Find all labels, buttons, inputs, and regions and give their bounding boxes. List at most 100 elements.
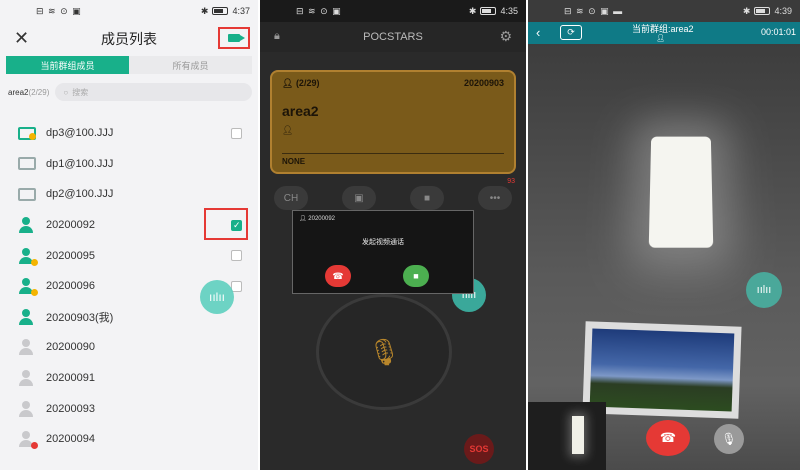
status-bar: ⊟ ≋ ⊙ ▣ ✱ 4:35 xyxy=(260,0,526,22)
member-name: 20200093 xyxy=(46,402,95,415)
message-button[interactable]: ••• 93 xyxy=(478,178,515,210)
user-busy-icon xyxy=(18,278,38,297)
highlight-box-checkbox xyxy=(204,208,248,240)
list-item[interactable]: 20200090 xyxy=(0,332,258,363)
ptt-float-button[interactable]: ıılıı xyxy=(746,272,782,308)
user-dnd-icon xyxy=(18,431,38,450)
call-timer: 00:01:01 xyxy=(760,27,796,37)
device-online-icon xyxy=(18,126,36,140)
message-badge: 93 xyxy=(507,178,515,185)
video-call-screen: ⊟ ≋ ⊙ ▣ ▬ ✱ 4:39 ‹ ⟳ 当前群组:area2 👤︎ 00:01… xyxy=(528,0,800,470)
search-placeholder: 搜索 xyxy=(72,87,89,97)
message-icon: ••• xyxy=(489,192,501,204)
ptt-float-button[interactable]: ıılıı xyxy=(200,280,234,314)
member-checkbox[interactable] xyxy=(231,127,242,139)
video-lamp xyxy=(648,136,714,248)
video-call-header: ‹ ⟳ 当前群组:area2 👤︎ 00:01:01 xyxy=(528,22,800,44)
switch-camera-icon[interactable]: ⟳ xyxy=(560,25,582,40)
microphone-icon: 🎙︎ xyxy=(721,432,737,446)
divider xyxy=(282,153,504,154)
member-list-screen: ⊟ ≋ ⊙ ▣ ✱ 4:37 ✕ 成员列表 当前群组成员 所有成员 area2(… xyxy=(0,0,258,470)
member-checkbox[interactable] xyxy=(231,250,242,262)
app-header: 🔒︎ POCSTARS ⚙ xyxy=(260,22,526,52)
bluetooth-icon: ✱ xyxy=(468,5,477,16)
channel-button[interactable]: CH xyxy=(274,186,308,210)
sos-button[interactable]: SOS xyxy=(464,434,494,464)
status-time: 4:39 xyxy=(774,6,792,16)
status-dot-icon xyxy=(31,289,38,297)
hangup-icon: ☎ xyxy=(332,270,344,281)
app-title: POCSTARS xyxy=(363,31,423,43)
search-icon: ○ xyxy=(63,87,69,97)
member-name: dp1@100.JJJ xyxy=(46,157,114,170)
member-name: dp2@100.JJJ xyxy=(46,188,114,201)
status-bar: ⊟ ≋ ⊙ ▣ ▬ ✱ 4:39 xyxy=(528,0,800,22)
video-camera-icon: ■ xyxy=(423,192,431,204)
preview-light xyxy=(572,416,584,454)
search-input[interactable]: ○ 搜索 xyxy=(55,83,252,101)
video-button[interactable]: ■ xyxy=(410,186,444,210)
user-busy-icon xyxy=(18,247,38,266)
status-icons: ⊟ ≋ ⊙ ▣ xyxy=(36,5,82,16)
status-icons: ⊟ ≋ ⊙ ▣ ▬ xyxy=(564,5,624,16)
bluetooth-icon: ✱ xyxy=(200,5,209,16)
contacts-button[interactable]: ▣ xyxy=(342,186,376,210)
reject-call-button[interactable]: ☎ xyxy=(325,265,351,287)
device-offline-icon xyxy=(18,157,36,171)
search-row: area2 (2/29) ○ 搜索 xyxy=(8,80,252,104)
user-online-icon xyxy=(18,217,36,234)
page-title: 成员列表 xyxy=(101,31,157,47)
list-item[interactable]: dp3@100.JJJ xyxy=(0,118,258,149)
lock-icon[interactable]: 🔒︎ xyxy=(274,30,280,43)
user-online-icon xyxy=(18,308,36,325)
status-dot-icon xyxy=(31,258,38,266)
list-item[interactable]: 20200095 xyxy=(0,240,258,271)
ptt-screen: ⊟ ≋ ⊙ ▣ ✱ 4:35 🔒︎ POCSTARS ⚙ 👤︎ (2/29) 2… xyxy=(260,0,526,470)
user-offline-icon xyxy=(18,339,36,356)
user-id: 20200903 xyxy=(463,78,504,88)
back-icon[interactable]: ‹ xyxy=(536,25,540,40)
status-bar: ⊟ ≋ ⊙ ▣ ✱ 4:37 xyxy=(0,0,258,22)
member-list-header: ✕ 成员列表 xyxy=(0,22,258,56)
member-name: 20200092 xyxy=(46,219,95,232)
bluetooth-icon: ✱ xyxy=(742,5,751,16)
hangup-button[interactable]: ☎ xyxy=(646,420,690,456)
member-name: 20200090 xyxy=(46,341,95,354)
control-row: CH ▣ ■ ••• 93 xyxy=(274,178,515,210)
status-icons: ⊟ ≋ ⊙ ▣ xyxy=(296,5,342,16)
video-camera-icon: ■ xyxy=(413,271,419,281)
battery-icon xyxy=(754,7,771,15)
ptt-button[interactable]: 🎙︎ xyxy=(316,294,452,410)
member-name: 20200096 xyxy=(46,280,95,293)
audio-wave-icon: ıılıı xyxy=(756,284,772,296)
local-video-preview[interactable] xyxy=(528,402,606,470)
list-item[interactable]: 20200093 xyxy=(0,393,258,424)
member-name: 20200903(我) xyxy=(46,311,114,324)
user-offline-icon xyxy=(18,400,36,417)
list-item[interactable]: 20200094 xyxy=(0,424,258,455)
speaker-name: NONE xyxy=(282,157,306,166)
group-label: area2 xyxy=(8,87,29,97)
group-card[interactable]: 👤︎ (2/29) 20200903 area2 👤︎ NONE xyxy=(270,70,516,174)
call-caller-id: 20200092 xyxy=(308,216,335,222)
list-item[interactable]: dp2@100.JJJ xyxy=(0,179,258,210)
group-count: (2/29) xyxy=(28,87,50,97)
member-name: 20200091 xyxy=(46,372,95,385)
tab-current-group-members[interactable]: 当前群组成员 xyxy=(6,56,129,74)
video-call-button[interactable] xyxy=(218,27,250,49)
accept-call-button[interactable]: ■ xyxy=(403,265,429,287)
mute-button[interactable]: 🎙︎ xyxy=(714,424,744,454)
close-icon[interactable]: ✕ xyxy=(14,28,29,49)
status-dot-icon xyxy=(29,132,36,140)
tab-all-members[interactable]: 所有成员 xyxy=(129,56,252,74)
list-item[interactable]: 20200091 xyxy=(0,363,258,394)
speaker-icon: 👤︎ xyxy=(282,125,294,135)
status-time: 4:37 xyxy=(232,6,250,16)
microphone-icon: 🎙︎ xyxy=(367,336,401,367)
call-title: 发起视频通话 xyxy=(362,239,404,246)
gear-icon[interactable]: ⚙ xyxy=(499,28,512,45)
device-offline-icon xyxy=(18,187,36,201)
list-item[interactable]: dp1@100.JJJ xyxy=(0,149,258,180)
hangup-icon: ☎ xyxy=(659,430,677,445)
speaker-icon: 👤︎ xyxy=(656,35,665,42)
